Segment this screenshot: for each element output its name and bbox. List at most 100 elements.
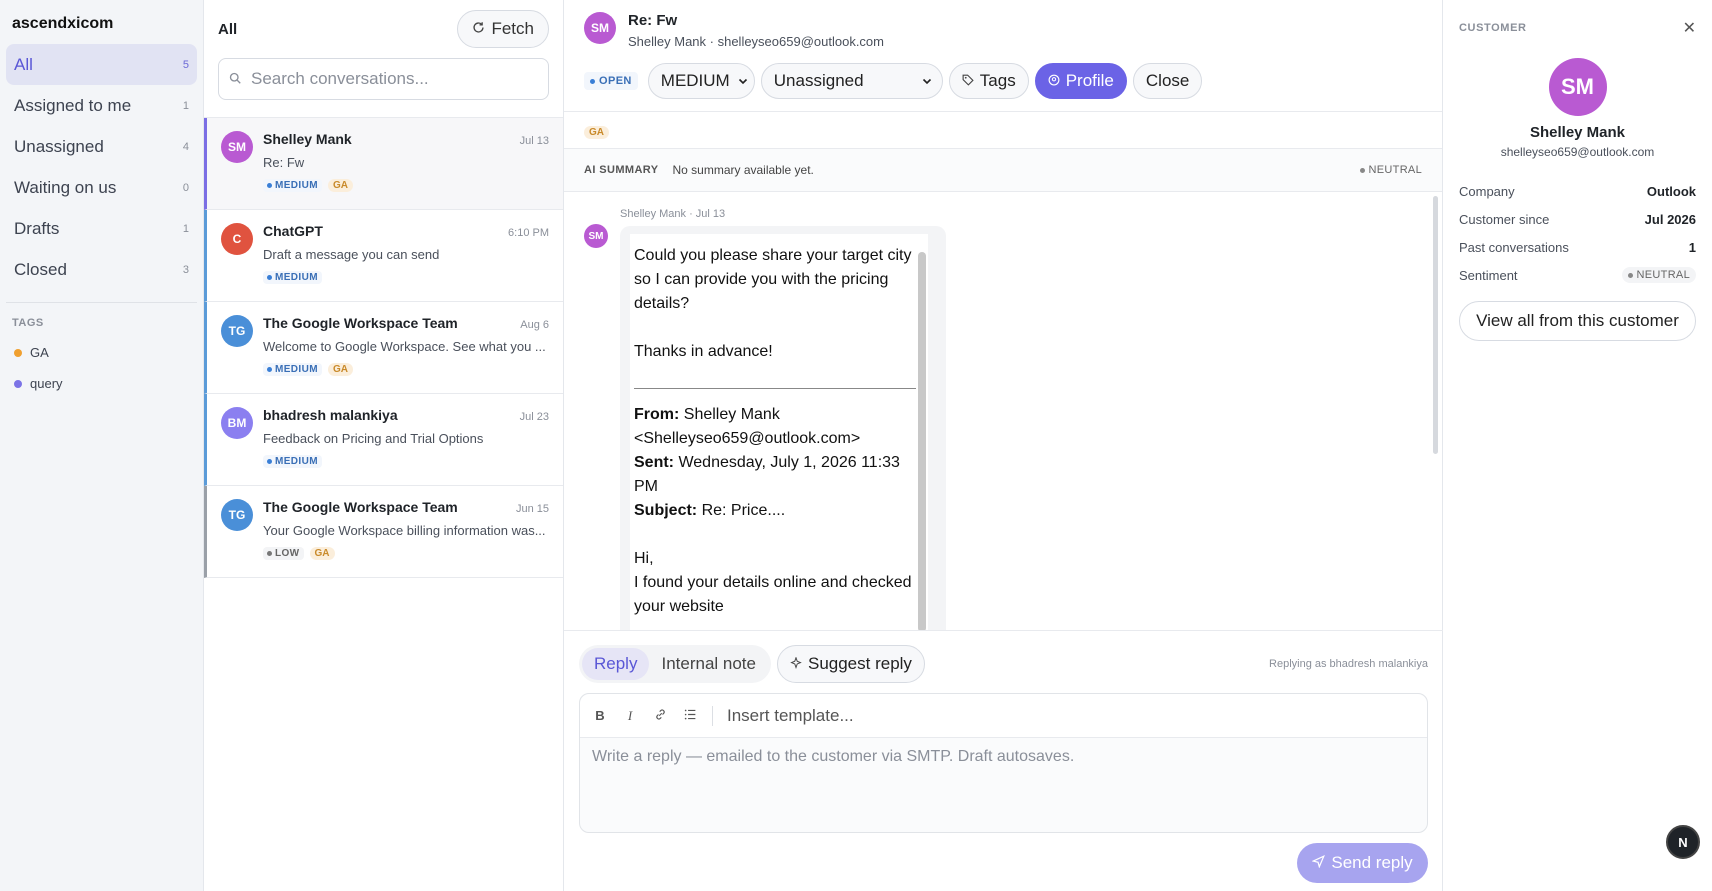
list-icon[interactable] xyxy=(682,708,698,724)
nav-item-drafts[interactable]: Drafts 1 xyxy=(6,208,197,249)
profile-button[interactable]: Profile xyxy=(1034,63,1127,99)
nav-divider xyxy=(6,302,197,303)
thread-scrollbar[interactable] xyxy=(1433,196,1438,454)
priority-badge: MEDIUM xyxy=(263,179,322,192)
italic-icon[interactable]: I xyxy=(622,708,638,724)
status-badge: OPEN xyxy=(584,72,638,90)
tab-reply[interactable]: Reply xyxy=(582,648,650,680)
reply-editor: B I Insert template... Write a reply — e… xyxy=(579,693,1428,833)
chevron-down-icon xyxy=(738,71,748,91)
insert-template-select[interactable]: Insert template... xyxy=(727,706,854,726)
thread-panel: SM Re: Fw Shelley Mank · shelleyseo659@o… xyxy=(564,0,1443,891)
email-subject-line: Subject: Re: Price.... xyxy=(634,502,786,519)
assignee-select[interactable]: Unassigned xyxy=(760,63,943,99)
conversation-item[interactable]: BM bhadresh malankiya Jul 23 Feedback on… xyxy=(204,394,563,486)
avatar: SM xyxy=(584,224,608,248)
nav-item-assigned-to-me[interactable]: Assigned to me 1 xyxy=(6,85,197,126)
send-reply-button[interactable]: Send reply xyxy=(1297,843,1428,883)
message-area[interactable]: Shelley Mank · Jul 13 SM Could you pleas… xyxy=(564,192,1442,630)
nav-item-count: 5 xyxy=(182,58,189,71)
chevron-down-icon xyxy=(922,71,932,91)
nav-item-waiting-on-us[interactable]: Waiting on us 0 xyxy=(6,167,197,208)
conversation-item[interactable]: SM Shelley Mank Jul 13 Re: Fw MEDIUM GA xyxy=(204,118,563,210)
conversation-subject: Your Google Workspace billing informatio… xyxy=(263,523,546,538)
conversation-list: SM Shelley Mank Jul 13 Re: Fw MEDIUM GA … xyxy=(204,117,563,578)
email-from-line: From: Shelley Mank <Shelleyseo659@outloo… xyxy=(634,406,861,447)
suggest-reply-button[interactable]: Suggest reply xyxy=(776,645,925,683)
priority-select[interactable]: MEDIUM xyxy=(647,63,755,99)
customer-field-sentiment: Sentiment NEUTRAL xyxy=(1459,261,1696,289)
message-bubble: Could you please share your target city … xyxy=(620,226,946,630)
email-paragraph: Thanks in advance! xyxy=(634,343,773,360)
avatar: SM xyxy=(221,131,253,163)
conversation-item[interactable]: TG The Google Workspace Team Aug 6 Welco… xyxy=(204,302,563,394)
tags-button[interactable]: Tags xyxy=(948,63,1029,99)
fetch-button[interactable]: Fetch xyxy=(457,10,549,48)
send-icon xyxy=(1311,853,1326,873)
conversation-date: Aug 6 xyxy=(520,319,549,331)
conversation-item[interactable]: C ChatGPT 6:10 PM Draft a message you ca… xyxy=(204,210,563,302)
nav-item-count: 1 xyxy=(182,99,189,112)
priority-badge: MEDIUM xyxy=(263,455,322,468)
search-placeholder: Search conversations... xyxy=(251,69,429,88)
conversation-date: 6:10 PM xyxy=(508,227,549,239)
list-title: All xyxy=(218,20,238,38)
avatar: SM xyxy=(584,12,616,44)
refresh-icon xyxy=(472,19,485,39)
editor-toolbar: B I Insert template... xyxy=(580,694,1427,738)
email-greeting: Hi, xyxy=(634,550,654,567)
link-icon[interactable] xyxy=(652,708,668,724)
nav-item-label: Unassigned xyxy=(14,136,104,156)
sentiment-badge: NEUTRAL xyxy=(1359,164,1422,176)
nav-item-label: All xyxy=(14,54,33,74)
conversation-subject: Re: Fw xyxy=(263,155,305,170)
fetch-label: Fetch xyxy=(491,19,534,38)
ai-summary-label: AI SUMMARY xyxy=(584,164,659,176)
ai-summary-bar: AI SUMMARY No summary available yet. NEU… xyxy=(564,149,1442,192)
tag-color-dot xyxy=(14,348,22,357)
tag-filter-ga[interactable]: GA xyxy=(6,337,197,368)
left-sidebar: ascendxicom All 5 Assigned to me 1 Unass… xyxy=(0,0,204,891)
thread-header: SM Re: Fw Shelley Mank · shelleyseo659@o… xyxy=(564,0,1442,112)
search-input[interactable]: Search conversations... xyxy=(218,58,549,100)
email-body[interactable]: Could you please share your target city … xyxy=(630,234,928,630)
nav-item-label: Drafts xyxy=(14,218,60,238)
avatar: TG xyxy=(221,499,253,531)
email-divider xyxy=(634,388,916,389)
thread-subtitle: Shelley Mank · shelleyseo659@outlook.com xyxy=(628,34,884,49)
reply-textarea[interactable]: Write a reply — emailed to the customer … xyxy=(580,738,1427,776)
close-button-label: Close xyxy=(1145,71,1190,90)
close-icon[interactable]: ✕ xyxy=(1683,18,1696,38)
nav-item-all[interactable]: All 5 xyxy=(6,44,197,85)
profile-icon xyxy=(1048,71,1060,91)
dev-tools-button[interactable]: N xyxy=(1666,825,1700,859)
close-conversation-button[interactable]: Close xyxy=(1132,63,1203,99)
workspace-name: ascendxicom xyxy=(12,15,114,32)
avatar: BM xyxy=(221,407,253,439)
tag-badge: GA xyxy=(327,179,353,192)
conversation-item[interactable]: TG The Google Workspace Team Jun 15 Your… xyxy=(204,486,563,578)
replying-as-text: Replying as bhadresh malankiya xyxy=(1269,658,1428,670)
conversation-sender: Shelley Mank xyxy=(263,131,352,147)
nav-item-count: 1 xyxy=(182,222,189,235)
assignee-select-value: Unassigned xyxy=(773,71,864,90)
email-paragraph: Could you please share your target city … xyxy=(634,247,912,312)
avatar: C xyxy=(221,223,253,255)
bold-icon[interactable]: B xyxy=(592,708,608,723)
tag-filter-query[interactable]: query xyxy=(6,368,197,399)
app-root: ascendxicom All 5 Assigned to me 1 Unass… xyxy=(0,0,1712,891)
avatar: TG xyxy=(221,315,253,347)
conversation-subject: Feedback on Pricing and Trial Options xyxy=(263,431,484,446)
nav-item-unassigned[interactable]: Unassigned 4 xyxy=(6,126,197,167)
customer-field-past-conversations: Past conversations 1 xyxy=(1459,239,1696,255)
customer-field-since: Customer since Jul 2026 xyxy=(1459,211,1696,227)
nav-item-closed[interactable]: Closed 3 xyxy=(6,249,197,290)
email-scrollbar[interactable] xyxy=(918,252,926,630)
thread-title: Re: Fw xyxy=(628,12,678,29)
list-header: All Fetch xyxy=(204,0,563,58)
view-all-customer-button[interactable]: View all from this customer xyxy=(1459,301,1696,341)
suggest-reply-label: Suggest reply xyxy=(807,654,912,673)
tag-label: query xyxy=(30,376,63,391)
toolbar-divider xyxy=(712,705,713,726)
tab-internal-note[interactable]: Internal note xyxy=(649,648,768,680)
